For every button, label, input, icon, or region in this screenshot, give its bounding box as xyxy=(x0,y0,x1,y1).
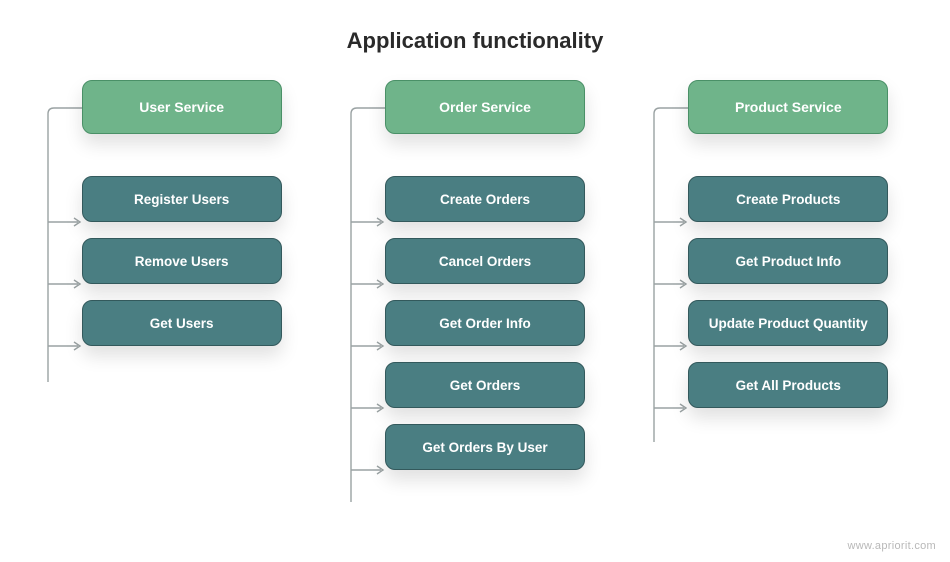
child-label: Create Orders xyxy=(440,192,530,207)
service-box-order: Order Service xyxy=(385,80,585,134)
child-label: Get All Products xyxy=(736,378,841,393)
child-box: Get All Products xyxy=(688,362,888,408)
child-box: Get Orders By User xyxy=(385,424,585,470)
child-label: Cancel Orders xyxy=(439,254,531,269)
child-box: Remove Users xyxy=(82,238,282,284)
child-label: Register Users xyxy=(134,192,229,207)
child-box: Register Users xyxy=(82,176,282,222)
child-box: Update Product Quantity xyxy=(688,300,888,346)
footer-credit: www.apriorit.com xyxy=(847,540,936,552)
child-box: Cancel Orders xyxy=(385,238,585,284)
column-order-service: Order Service Create Orders Cancel Order… xyxy=(335,62,615,486)
child-box: Get Users xyxy=(82,300,282,346)
service-box-user: User Service xyxy=(82,80,282,134)
child-label: Get Order Info xyxy=(439,316,531,331)
column-product-service: Product Service Create Products Get Prod… xyxy=(638,62,918,486)
child-label: Create Products xyxy=(736,192,840,207)
column-user-service: User Service Register Users Remove Users… xyxy=(32,62,312,486)
service-label: User Service xyxy=(139,99,224,115)
child-box: Get Orders xyxy=(385,362,585,408)
page-title: Application functionality xyxy=(0,0,950,62)
child-label: Get Orders By User xyxy=(422,440,547,455)
child-box: Create Products xyxy=(688,176,888,222)
child-box: Get Product Info xyxy=(688,238,888,284)
child-label: Get Orders xyxy=(450,378,521,393)
child-label: Remove Users xyxy=(135,254,229,269)
service-box-product: Product Service xyxy=(688,80,888,134)
service-label: Product Service xyxy=(735,99,842,115)
child-label: Get Users xyxy=(150,316,214,331)
child-box: Create Orders xyxy=(385,176,585,222)
child-box: Get Order Info xyxy=(385,300,585,346)
child-label: Update Product Quantity xyxy=(709,316,868,331)
service-label: Order Service xyxy=(439,99,531,115)
child-label: Get Product Info xyxy=(735,254,841,269)
diagram-columns: User Service Register Users Remove Users… xyxy=(0,62,950,486)
